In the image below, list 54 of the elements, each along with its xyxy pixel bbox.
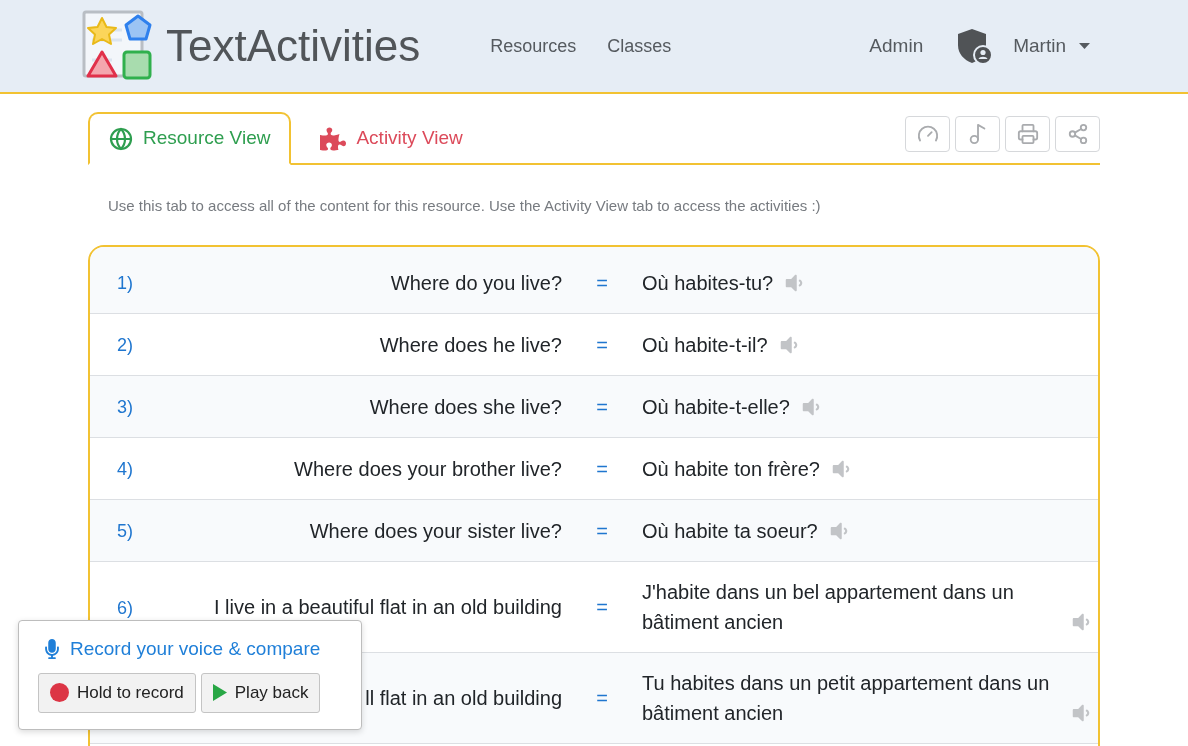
nav-link[interactable]: Classes bbox=[607, 32, 672, 60]
equals-sign: = bbox=[596, 271, 608, 294]
shapes-logo-icon[interactable] bbox=[82, 10, 154, 82]
equals-sign: = bbox=[596, 457, 608, 480]
row-number: 1) bbox=[117, 273, 133, 293]
row-number: 5) bbox=[117, 521, 133, 541]
english-phrase: Where do you live? bbox=[390, 271, 562, 294]
english-phrase: Where does he live? bbox=[379, 333, 562, 356]
admin-link[interactable]: Admin bbox=[869, 31, 924, 61]
caret-icon bbox=[1079, 43, 1090, 49]
french-phrase: J'habite dans un bel appartement dans un bâtiment ancien bbox=[642, 580, 1015, 635]
microphone-icon bbox=[42, 639, 62, 660]
share-icon bbox=[1066, 123, 1089, 145]
record-dot-icon bbox=[50, 683, 69, 702]
record-button[interactable]: Hold to record bbox=[38, 672, 196, 713]
french-phrase: Où habite ton frère? bbox=[642, 456, 820, 482]
equals-sign: = bbox=[596, 519, 608, 542]
user-menu-button[interactable]: Martin bbox=[1013, 31, 1090, 61]
shield-user-icon bbox=[957, 28, 994, 64]
printer-icon bbox=[1016, 123, 1039, 145]
french-phrase: Où habites-tu? bbox=[642, 270, 774, 296]
brand-title[interactable]: TextActivities bbox=[166, 24, 421, 68]
equals-sign: = bbox=[596, 596, 608, 618]
recorder-title: Record your voice & compare bbox=[70, 637, 321, 661]
equals-sign: = bbox=[596, 333, 608, 356]
english-phrase: Where does she live? bbox=[369, 395, 562, 418]
row-number: 2) bbox=[117, 335, 133, 355]
toolbar-button[interactable] bbox=[1005, 116, 1050, 152]
playback-button[interactable]: Play back bbox=[200, 672, 321, 713]
english-phrase: ll flat in an old building bbox=[365, 687, 562, 709]
english-phrase: Where does your sister live? bbox=[309, 519, 562, 542]
english-phrase: Where does your brother live? bbox=[294, 457, 562, 480]
english-phrase: I live in a beautiful flat in an old building bbox=[214, 596, 562, 618]
french-phrase: Où habite-t-il? bbox=[642, 332, 768, 358]
french-phrase: Où habite-t-elle? bbox=[642, 394, 790, 420]
tab[interactable]: Activity View bbox=[299, 112, 484, 165]
tab[interactable]: Resource View bbox=[88, 112, 292, 165]
equals-sign: = bbox=[596, 687, 608, 709]
play-icon bbox=[212, 684, 227, 701]
nav-link[interactable]: Resources bbox=[490, 32, 577, 60]
toolbar-button[interactable] bbox=[1055, 116, 1100, 152]
puzzle-piece-icon bbox=[320, 125, 347, 152]
row-number: 4) bbox=[117, 459, 133, 479]
speaker-icon[interactable] bbox=[1070, 611, 1092, 633]
french-phrase: Tu habites dans un petit appartement dans un bâtiment ancien bbox=[642, 671, 1051, 726]
globe-icon bbox=[109, 126, 133, 151]
toolbar-button[interactable] bbox=[955, 116, 1000, 152]
equals-sign: = bbox=[596, 395, 608, 418]
french-phrase: Où habite ta soeur? bbox=[642, 518, 818, 544]
description-text: Use this tab to access all of the content for this resource. Use the Activity View tab to access the activities :) bbox=[107, 196, 822, 216]
speaker-icon[interactable] bbox=[1070, 702, 1092, 724]
row-number: 6) bbox=[117, 597, 133, 618]
toolbar-button[interactable] bbox=[905, 116, 950, 152]
row-number: 3) bbox=[117, 397, 133, 417]
